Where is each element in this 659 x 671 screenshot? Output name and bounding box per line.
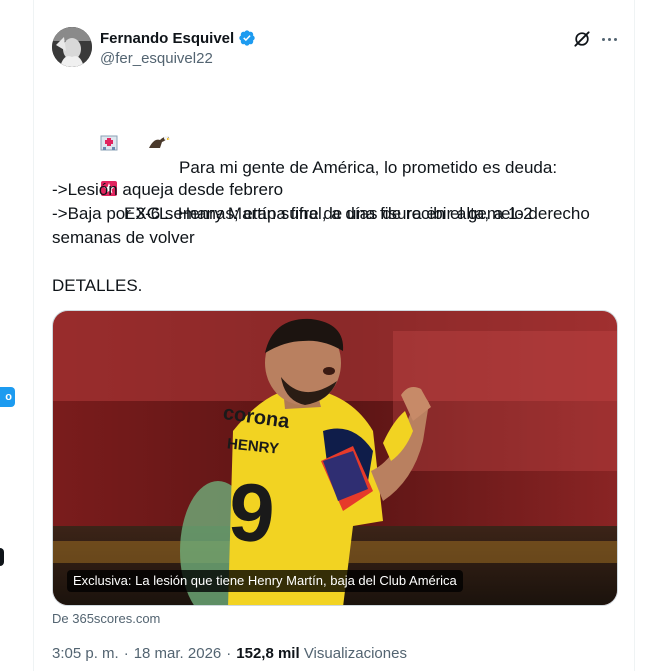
link-source[interactable]: De 365scores.com <box>52 611 160 626</box>
column-divider <box>634 0 635 671</box>
avatar[interactable] <box>52 27 92 67</box>
meta-separator: · <box>123 645 129 662</box>
player-photo: corona HENRY 9 <box>53 311 617 605</box>
sidebar-badge-fragment[interactable]: o <box>0 387 15 407</box>
views-count: 152,8 mil <box>236 645 300 662</box>
verified-badge-icon[interactable] <box>238 29 256 47</box>
tweet-meta: 3:05 p. m. · 18 mar. 2026 · 152,8 mil Vi… <box>52 645 407 662</box>
views-group[interactable]: 152,8 mil Visualizaciones <box>236 645 407 662</box>
tweet-detail: o Fernando Esquivel @fer_esquivel22 Para… <box>0 0 659 671</box>
link-card-caption[interactable]: Exclusiva: La lesión que tiene Henry Mar… <box>67 570 463 592</box>
avatar-image <box>52 27 92 67</box>
grok-icon[interactable] <box>572 29 592 49</box>
more-options-icon[interactable] <box>599 29 619 49</box>
author-display-name[interactable]: Fernando Esquivel <box>100 30 234 47</box>
tweet-bullet-1: ->Lesión aqueja desde febrero <box>52 180 284 199</box>
tweet-date[interactable]: 18 mar. 2026 <box>134 645 222 662</box>
svg-text:9: 9 <box>226 466 278 560</box>
author-handle[interactable]: @fer_esquivel22 <box>100 50 213 67</box>
views-label: Visualizaciones <box>303 645 407 662</box>
tweet-bullet-2-cont: semanas de volver <box>52 228 195 247</box>
tweet-details-text: DETALLES. <box>52 276 143 295</box>
meta-separator: · <box>226 645 232 662</box>
sidebar-icon-fragment[interactable] <box>0 548 4 566</box>
tweet-bullet-2: ->Baja por 3-6 semanas; etapa final, a d… <box>52 204 533 223</box>
link-card-image[interactable]: corona HENRY 9 Exclusiva: La lesión que … <box>52 310 618 606</box>
sidebar-divider <box>33 0 34 671</box>
author-name-row[interactable]: Fernando Esquivel <box>100 29 256 47</box>
tweet-time[interactable]: 3:05 p. m. <box>52 645 119 662</box>
